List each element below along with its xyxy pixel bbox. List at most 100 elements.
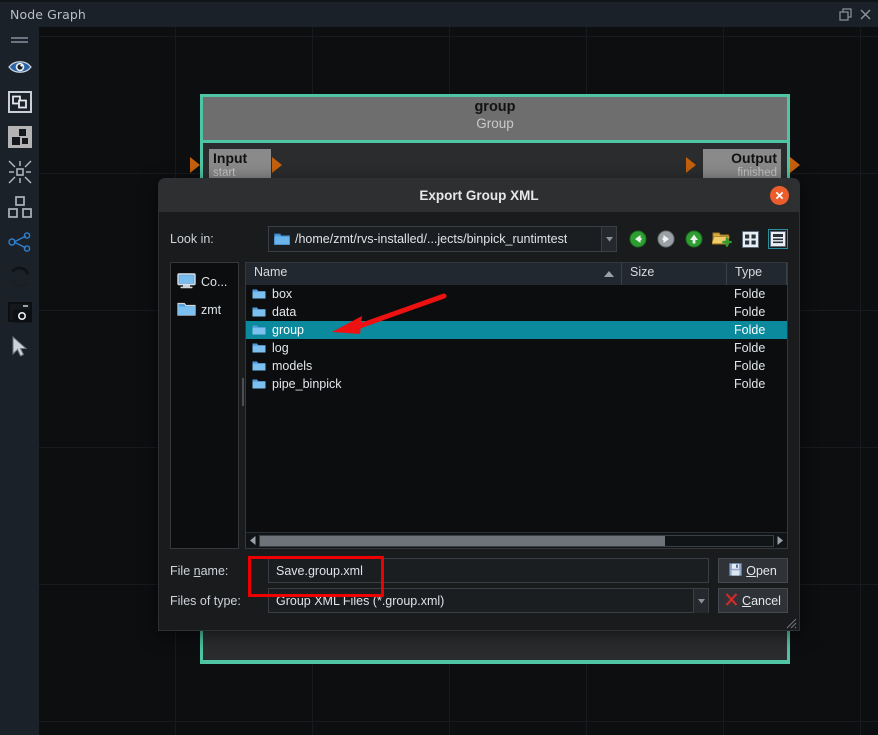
sidebar-item-zmt[interactable]: zmt bbox=[171, 296, 238, 324]
file-name-label-pre: File bbox=[170, 563, 194, 578]
dialog-title-bar[interactable]: Export Group XML bbox=[159, 179, 799, 212]
file-list[interactable]: Name Size Type box Folde data Folde grou… bbox=[245, 262, 788, 549]
file-name: models bbox=[272, 359, 313, 373]
close-icon[interactable] bbox=[857, 6, 874, 23]
output-port-connector-left[interactable] bbox=[686, 157, 696, 173]
scroll-right-icon[interactable] bbox=[774, 536, 786, 545]
file-name-label: File name: bbox=[170, 564, 268, 578]
table-row[interactable]: models Folde bbox=[246, 357, 787, 375]
folder-icon bbox=[252, 357, 266, 376]
file-name-label-key: n bbox=[193, 563, 201, 578]
file-browser-area: Co... zmt Name Size Type box Folde data … bbox=[170, 262, 788, 549]
cancel-button-label: Cancel bbox=[742, 594, 781, 608]
file-name: box bbox=[272, 287, 293, 301]
chevron-down-icon[interactable] bbox=[601, 227, 616, 251]
table-row[interactable]: log Folde bbox=[246, 339, 787, 357]
share-nodes-icon[interactable] bbox=[0, 224, 39, 259]
look-in-combobox[interactable]: /home/zmt/rvs-installed/...jects/binpick… bbox=[268, 226, 617, 252]
forward-icon[interactable] bbox=[656, 229, 676, 249]
group-node-type: Group bbox=[476, 116, 514, 131]
back-icon[interactable] bbox=[628, 229, 648, 249]
parent-directory-icon[interactable] bbox=[684, 229, 704, 249]
open-button-label: Open bbox=[746, 564, 777, 578]
look-in-label: Look in: bbox=[170, 232, 214, 246]
window-title: Node Graph bbox=[10, 7, 86, 22]
open-button[interactable]: Open bbox=[718, 558, 788, 583]
input-port-label: Input bbox=[213, 150, 248, 166]
eye-icon[interactable] bbox=[0, 49, 39, 84]
cancel-button[interactable]: Cancel bbox=[718, 588, 788, 613]
detail-view-icon[interactable] bbox=[768, 229, 788, 249]
computer-icon bbox=[177, 272, 196, 292]
scrollbar-track[interactable] bbox=[259, 534, 774, 547]
cancel-x-icon bbox=[725, 592, 738, 609]
cursor-icon[interactable] bbox=[0, 329, 39, 364]
sort-ascending-icon bbox=[604, 271, 614, 277]
toolbar-drag-handle[interactable] bbox=[0, 27, 39, 49]
file-name: data bbox=[272, 305, 297, 319]
output-port-connector-right[interactable] bbox=[790, 157, 800, 173]
column-header-size-label: Size bbox=[630, 265, 655, 279]
folder-icon bbox=[177, 301, 196, 320]
group-node-header[interactable]: group Group bbox=[200, 94, 790, 143]
file-name-value: Save.group.xml bbox=[276, 563, 363, 578]
file-type-combobox[interactable]: Group XML Files (*.group.xml) bbox=[268, 588, 709, 613]
chevron-down-icon[interactable] bbox=[693, 589, 708, 613]
sidebar-splitter[interactable] bbox=[239, 262, 245, 549]
file-list-rows[interactable]: box Folde data Folde group Folde log Fol… bbox=[246, 285, 787, 532]
open-button-post: pen bbox=[755, 563, 777, 578]
input-port-connector-left[interactable] bbox=[190, 157, 200, 173]
file-type: Folde bbox=[734, 359, 766, 373]
resize-grip[interactable] bbox=[783, 614, 797, 629]
refresh-icon[interactable] bbox=[0, 259, 39, 294]
file-list-horizontal-scrollbar[interactable] bbox=[246, 532, 787, 548]
file-name-input[interactable]: Save.group.xml bbox=[268, 558, 709, 583]
scrollbar-thumb[interactable] bbox=[260, 535, 666, 546]
folder-icon bbox=[252, 285, 266, 304]
folder-icon bbox=[252, 321, 266, 340]
file-type: Folde bbox=[734, 323, 766, 337]
column-header-name-label: Name bbox=[254, 265, 288, 279]
new-folder-icon[interactable] bbox=[712, 229, 732, 249]
list-view-icon[interactable] bbox=[740, 229, 760, 249]
file-name: pipe_binpick bbox=[272, 377, 342, 391]
sidebar-item-computer[interactable]: Co... bbox=[171, 268, 238, 296]
column-header-name[interactable]: Name bbox=[246, 263, 622, 285]
table-row[interactable]: data Folde bbox=[246, 303, 787, 321]
file-type-label: Files of type: bbox=[170, 593, 241, 608]
table-row-selected[interactable]: group Folde bbox=[246, 321, 787, 339]
file-type: Folde bbox=[734, 377, 766, 391]
file-type: Folde bbox=[734, 305, 766, 319]
window-title-bar: Node Graph bbox=[0, 0, 878, 27]
collapse-icon[interactable] bbox=[0, 154, 39, 189]
file-type-row: Files of type: Group XML Files (*.group.… bbox=[170, 588, 788, 613]
cancel-button-key: C bbox=[742, 593, 752, 608]
nodes-icon[interactable] bbox=[0, 119, 39, 154]
dialog-title: Export Group XML bbox=[419, 188, 539, 203]
group-node-name: group bbox=[474, 99, 516, 115]
folder-icon bbox=[252, 303, 266, 322]
file-name-row: File name: Save.group.xml Open bbox=[170, 558, 788, 583]
navigation-buttons bbox=[628, 229, 788, 249]
folder-icon bbox=[274, 230, 290, 249]
scroll-left-icon[interactable] bbox=[247, 536, 259, 545]
file-type-value: Group XML Files (*.group.xml) bbox=[276, 593, 445, 608]
column-header-type[interactable]: Type bbox=[727, 263, 787, 285]
file-name: log bbox=[272, 341, 289, 355]
column-header-type-label: Type bbox=[735, 265, 763, 279]
close-icon[interactable] bbox=[770, 186, 789, 205]
frame-node-icon[interactable] bbox=[0, 84, 39, 119]
cancel-button-post: ancel bbox=[751, 593, 781, 608]
layout-icon[interactable] bbox=[0, 189, 39, 224]
sidebar-places: Co... zmt bbox=[170, 262, 239, 549]
table-row[interactable]: pipe_binpick Folde bbox=[246, 375, 787, 393]
input-port-connector-right[interactable] bbox=[272, 157, 282, 173]
table-row[interactable]: box Folde bbox=[246, 285, 787, 303]
file-type: Folde bbox=[734, 287, 766, 301]
left-toolbar bbox=[0, 27, 39, 735]
file-list-header: Name Size Type bbox=[246, 263, 787, 285]
restore-icon[interactable] bbox=[837, 6, 854, 23]
look-in-path: /home/zmt/rvs-installed/...jects/binpick… bbox=[295, 232, 568, 246]
column-header-size[interactable]: Size bbox=[622, 263, 727, 285]
snapshot-icon[interactable] bbox=[0, 294, 39, 329]
